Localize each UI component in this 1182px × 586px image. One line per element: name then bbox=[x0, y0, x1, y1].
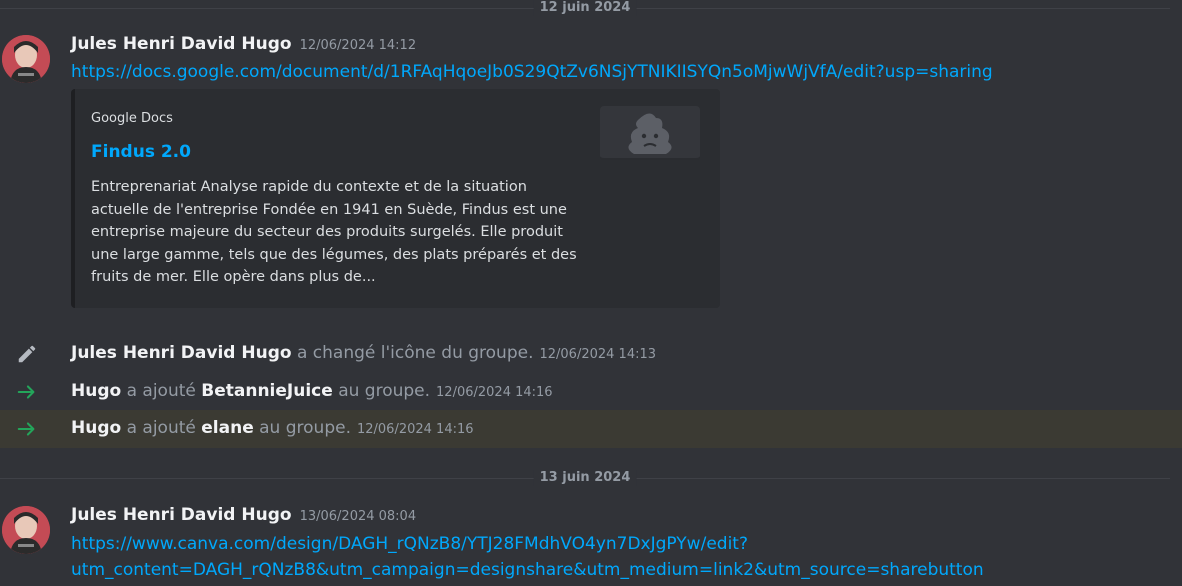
system-message: Hugo a ajouté BetannieJuice au groupe. 12… bbox=[0, 373, 1182, 411]
embed-title[interactable]: Findus 2.0 bbox=[91, 142, 191, 162]
event-timestamp[interactable]: 12/06/2024 14:16 bbox=[357, 422, 474, 437]
message-link[interactable]: https://docs.google.com/document/d/1RFAq… bbox=[71, 62, 993, 82]
event-timestamp[interactable]: 12/06/2024 14:13 bbox=[539, 347, 656, 362]
event-target[interactable]: elane bbox=[201, 418, 253, 438]
event-timestamp[interactable]: 12/06/2024 14:16 bbox=[436, 385, 553, 400]
event-action: a changé l'icône du groupe. bbox=[296, 343, 534, 363]
event-actor[interactable]: Jules Henri David Hugo bbox=[71, 343, 292, 363]
message-link[interactable]: https://www.canva.com/design/DAGH_rQNzB8… bbox=[71, 534, 748, 554]
message-timestamp[interactable]: 13/06/2024 08:04 bbox=[300, 509, 417, 524]
avatar-image bbox=[2, 506, 50, 554]
avatar[interactable] bbox=[2, 506, 50, 554]
message-header: Jules Henri David Hugo 13/06/2024 08:04 bbox=[71, 505, 416, 525]
avatar-image bbox=[2, 35, 50, 83]
embed-thumbnail[interactable] bbox=[600, 106, 700, 160]
date-divider: 12 juin 2024 bbox=[0, 0, 1170, 16]
event-action-suffix: au groupe. bbox=[259, 418, 351, 438]
event-action-suffix: au groupe. bbox=[338, 381, 431, 401]
date-divider: 13 juin 2024 bbox=[0, 470, 1170, 486]
system-message: Jules Henri David Hugo a changé l'icône … bbox=[0, 335, 1182, 373]
arrow-right-icon bbox=[16, 418, 38, 440]
pencil-icon bbox=[16, 343, 38, 365]
date-divider-label: 12 juin 2024 bbox=[533, 0, 637, 16]
message-header: Jules Henri David Hugo 12/06/2024 14:12 bbox=[71, 34, 416, 54]
event-action: a ajouté bbox=[126, 418, 196, 438]
event-target[interactable]: BetannieJuice bbox=[201, 381, 333, 401]
poop-emoji-icon bbox=[628, 113, 672, 154]
event-actor[interactable]: Hugo bbox=[71, 418, 121, 438]
author-name[interactable]: Jules Henri David Hugo bbox=[71, 34, 292, 54]
event-actor[interactable]: Hugo bbox=[71, 381, 121, 401]
arrow-right-icon bbox=[16, 381, 38, 403]
link-embed: Google Docs Findus 2.0 Entreprenariat An… bbox=[71, 89, 720, 308]
system-message-highlighted: Hugo a ajouté elane au groupe. 12/06/2024… bbox=[0, 410, 1182, 448]
embed-provider: Google Docs bbox=[91, 111, 173, 126]
date-divider-label: 13 juin 2024 bbox=[533, 470, 637, 486]
message-timestamp[interactable]: 12/06/2024 14:12 bbox=[300, 38, 417, 53]
message-link-continuation[interactable]: utm_content=DAGH_rQNzB8&utm_campaign=des… bbox=[71, 560, 984, 580]
embed-description: Entreprenariat Analyse rapide du context… bbox=[91, 179, 577, 285]
event-action: a ajouté bbox=[126, 381, 196, 401]
avatar[interactable] bbox=[2, 35, 50, 83]
author-name[interactable]: Jules Henri David Hugo bbox=[71, 505, 292, 525]
